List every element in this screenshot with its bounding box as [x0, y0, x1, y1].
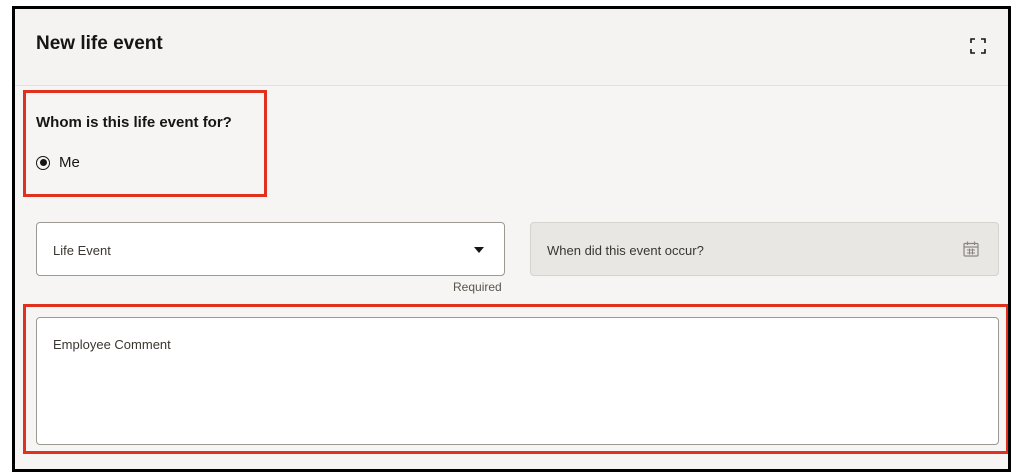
- expand-icon[interactable]: [969, 37, 987, 55]
- who-section-highlight: [23, 90, 267, 197]
- new-life-event-dialog: New life event Whom is this life event f…: [12, 6, 1011, 472]
- calendar-icon[interactable]: [962, 240, 980, 258]
- who-question-label: Whom is this life event for?: [36, 114, 232, 131]
- employee-comment-textarea[interactable]: Employee Comment: [36, 317, 999, 445]
- required-hint: Required: [453, 280, 502, 294]
- radio-option-me[interactable]: Me: [36, 154, 80, 171]
- life-event-label: Life Event: [53, 243, 111, 258]
- dialog-title: New life event: [36, 33, 163, 54]
- radio-option-label: Me: [59, 154, 80, 171]
- life-event-select[interactable]: Life Event: [36, 222, 505, 276]
- event-date-placeholder: When did this event occur?: [547, 243, 704, 258]
- event-date-field[interactable]: When did this event occur?: [530, 222, 999, 276]
- radio-selected-icon[interactable]: [36, 155, 50, 170]
- dialog-header: New life event: [15, 9, 1008, 86]
- chevron-down-icon[interactable]: [474, 247, 484, 253]
- employee-comment-label: Employee Comment: [53, 337, 171, 352]
